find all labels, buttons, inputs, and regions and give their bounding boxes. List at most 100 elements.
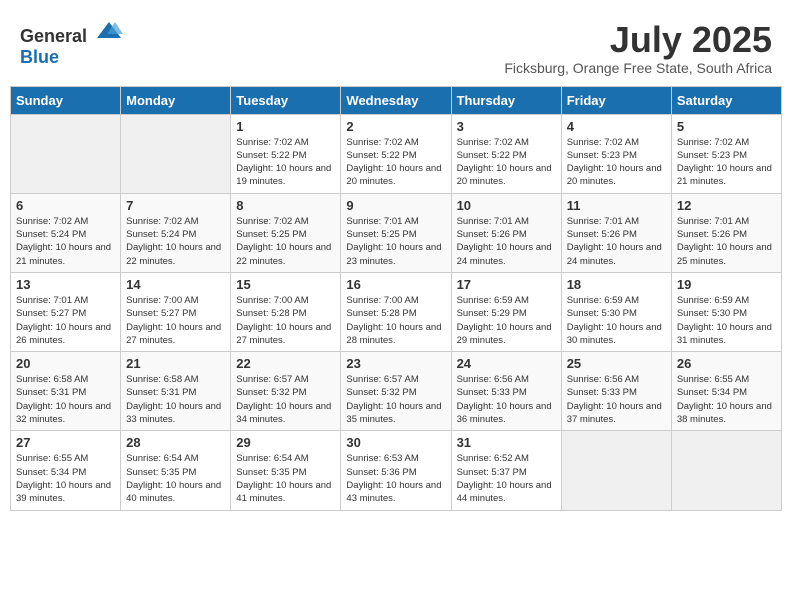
calendar-cell: 20 Sunrise: 6:58 AMSunset: 5:31 PMDaylig…: [11, 352, 121, 431]
calendar-cell: [561, 431, 671, 510]
day-info: Sunrise: 7:02 AMSunset: 5:25 PMDaylight:…: [236, 215, 335, 268]
day-number: 5: [677, 119, 776, 134]
calendar-cell: 25 Sunrise: 6:56 AMSunset: 5:33 PMDaylig…: [561, 352, 671, 431]
logo-icon: [95, 20, 123, 42]
calendar-cell: 28 Sunrise: 6:54 AMSunset: 5:35 PMDaylig…: [121, 431, 231, 510]
day-info: Sunrise: 6:59 AMSunset: 5:29 PMDaylight:…: [457, 294, 556, 347]
day-info: Sunrise: 7:02 AMSunset: 5:22 PMDaylight:…: [346, 136, 445, 189]
day-header-thursday: Thursday: [451, 86, 561, 114]
calendar-table: SundayMondayTuesdayWednesdayThursdayFrid…: [10, 86, 782, 511]
logo-general: General: [20, 26, 87, 46]
day-info: Sunrise: 7:01 AMSunset: 5:26 PMDaylight:…: [677, 215, 776, 268]
day-info: Sunrise: 6:52 AMSunset: 5:37 PMDaylight:…: [457, 452, 556, 505]
day-number: 28: [126, 435, 225, 450]
calendar-cell: 9 Sunrise: 7:01 AMSunset: 5:25 PMDayligh…: [341, 193, 451, 272]
calendar-cell: 29 Sunrise: 6:54 AMSunset: 5:35 PMDaylig…: [231, 431, 341, 510]
day-number: 14: [126, 277, 225, 292]
day-number: 13: [16, 277, 115, 292]
calendar-cell: 6 Sunrise: 7:02 AMSunset: 5:24 PMDayligh…: [11, 193, 121, 272]
day-number: 22: [236, 356, 335, 371]
calendar-cell: [11, 114, 121, 193]
day-info: Sunrise: 6:59 AMSunset: 5:30 PMDaylight:…: [567, 294, 666, 347]
calendar-cell: [121, 114, 231, 193]
calendar-week-row: 1 Sunrise: 7:02 AMSunset: 5:22 PMDayligh…: [11, 114, 782, 193]
calendar-week-row: 27 Sunrise: 6:55 AMSunset: 5:34 PMDaylig…: [11, 431, 782, 510]
calendar-week-row: 20 Sunrise: 6:58 AMSunset: 5:31 PMDaylig…: [11, 352, 782, 431]
day-info: Sunrise: 7:01 AMSunset: 5:27 PMDaylight:…: [16, 294, 115, 347]
day-number: 10: [457, 198, 556, 213]
day-number: 11: [567, 198, 666, 213]
calendar-cell: 27 Sunrise: 6:55 AMSunset: 5:34 PMDaylig…: [11, 431, 121, 510]
day-info: Sunrise: 6:56 AMSunset: 5:33 PMDaylight:…: [457, 373, 556, 426]
calendar-cell: 5 Sunrise: 7:02 AMSunset: 5:23 PMDayligh…: [671, 114, 781, 193]
calendar-cell: 11 Sunrise: 7:01 AMSunset: 5:26 PMDaylig…: [561, 193, 671, 272]
calendar-cell: 15 Sunrise: 7:00 AMSunset: 5:28 PMDaylig…: [231, 272, 341, 351]
day-number: 26: [677, 356, 776, 371]
calendar-cell: 31 Sunrise: 6:52 AMSunset: 5:37 PMDaylig…: [451, 431, 561, 510]
calendar-cell: 17 Sunrise: 6:59 AMSunset: 5:29 PMDaylig…: [451, 272, 561, 351]
month-year-title: July 2025: [504, 20, 772, 60]
day-info: Sunrise: 6:55 AMSunset: 5:34 PMDaylight:…: [677, 373, 776, 426]
calendar-cell: 22 Sunrise: 6:57 AMSunset: 5:32 PMDaylig…: [231, 352, 341, 431]
day-info: Sunrise: 7:01 AMSunset: 5:26 PMDaylight:…: [567, 215, 666, 268]
day-number: 6: [16, 198, 115, 213]
day-number: 21: [126, 356, 225, 371]
title-area: July 2025 Ficksburg, Orange Free State, …: [504, 20, 772, 76]
calendar-cell: 30 Sunrise: 6:53 AMSunset: 5:36 PMDaylig…: [341, 431, 451, 510]
day-info: Sunrise: 6:58 AMSunset: 5:31 PMDaylight:…: [16, 373, 115, 426]
day-number: 20: [16, 356, 115, 371]
day-number: 25: [567, 356, 666, 371]
day-info: Sunrise: 7:00 AMSunset: 5:28 PMDaylight:…: [236, 294, 335, 347]
calendar-cell: 2 Sunrise: 7:02 AMSunset: 5:22 PMDayligh…: [341, 114, 451, 193]
calendar-cell: 24 Sunrise: 6:56 AMSunset: 5:33 PMDaylig…: [451, 352, 561, 431]
calendar-cell: 12 Sunrise: 7:01 AMSunset: 5:26 PMDaylig…: [671, 193, 781, 272]
day-info: Sunrise: 7:00 AMSunset: 5:28 PMDaylight:…: [346, 294, 445, 347]
page-header: General Blue July 2025 Ficksburg, Orange…: [10, 10, 782, 81]
day-number: 29: [236, 435, 335, 450]
day-header-tuesday: Tuesday: [231, 86, 341, 114]
day-number: 17: [457, 277, 556, 292]
day-header-saturday: Saturday: [671, 86, 781, 114]
day-number: 15: [236, 277, 335, 292]
day-number: 7: [126, 198, 225, 213]
calendar-week-row: 13 Sunrise: 7:01 AMSunset: 5:27 PMDaylig…: [11, 272, 782, 351]
calendar-cell: 19 Sunrise: 6:59 AMSunset: 5:30 PMDaylig…: [671, 272, 781, 351]
day-info: Sunrise: 7:02 AMSunset: 5:24 PMDaylight:…: [126, 215, 225, 268]
day-number: 1: [236, 119, 335, 134]
calendar-cell: 26 Sunrise: 6:55 AMSunset: 5:34 PMDaylig…: [671, 352, 781, 431]
day-info: Sunrise: 7:00 AMSunset: 5:27 PMDaylight:…: [126, 294, 225, 347]
day-info: Sunrise: 6:53 AMSunset: 5:36 PMDaylight:…: [346, 452, 445, 505]
calendar-header-row: SundayMondayTuesdayWednesdayThursdayFrid…: [11, 86, 782, 114]
day-number: 4: [567, 119, 666, 134]
day-info: Sunrise: 6:55 AMSunset: 5:34 PMDaylight:…: [16, 452, 115, 505]
day-number: 8: [236, 198, 335, 213]
day-number: 2: [346, 119, 445, 134]
day-info: Sunrise: 7:02 AMSunset: 5:23 PMDaylight:…: [567, 136, 666, 189]
calendar-cell: 7 Sunrise: 7:02 AMSunset: 5:24 PMDayligh…: [121, 193, 231, 272]
logo-blue: Blue: [20, 47, 59, 67]
day-info: Sunrise: 7:01 AMSunset: 5:26 PMDaylight:…: [457, 215, 556, 268]
day-number: 16: [346, 277, 445, 292]
day-info: Sunrise: 7:01 AMSunset: 5:25 PMDaylight:…: [346, 215, 445, 268]
calendar-cell: 13 Sunrise: 7:01 AMSunset: 5:27 PMDaylig…: [11, 272, 121, 351]
day-info: Sunrise: 6:54 AMSunset: 5:35 PMDaylight:…: [126, 452, 225, 505]
day-info: Sunrise: 7:02 AMSunset: 5:22 PMDaylight:…: [457, 136, 556, 189]
logo: General Blue: [20, 20, 123, 68]
day-info: Sunrise: 6:58 AMSunset: 5:31 PMDaylight:…: [126, 373, 225, 426]
calendar-cell: 14 Sunrise: 7:00 AMSunset: 5:27 PMDaylig…: [121, 272, 231, 351]
calendar-cell: [671, 431, 781, 510]
day-info: Sunrise: 7:02 AMSunset: 5:22 PMDaylight:…: [236, 136, 335, 189]
day-header-sunday: Sunday: [11, 86, 121, 114]
day-number: 27: [16, 435, 115, 450]
day-number: 18: [567, 277, 666, 292]
day-number: 3: [457, 119, 556, 134]
day-number: 23: [346, 356, 445, 371]
day-header-wednesday: Wednesday: [341, 86, 451, 114]
day-header-friday: Friday: [561, 86, 671, 114]
day-number: 24: [457, 356, 556, 371]
day-info: Sunrise: 6:57 AMSunset: 5:32 PMDaylight:…: [346, 373, 445, 426]
calendar-cell: 21 Sunrise: 6:58 AMSunset: 5:31 PMDaylig…: [121, 352, 231, 431]
calendar-cell: 10 Sunrise: 7:01 AMSunset: 5:26 PMDaylig…: [451, 193, 561, 272]
day-info: Sunrise: 6:54 AMSunset: 5:35 PMDaylight:…: [236, 452, 335, 505]
logo-text: General Blue: [20, 20, 123, 68]
